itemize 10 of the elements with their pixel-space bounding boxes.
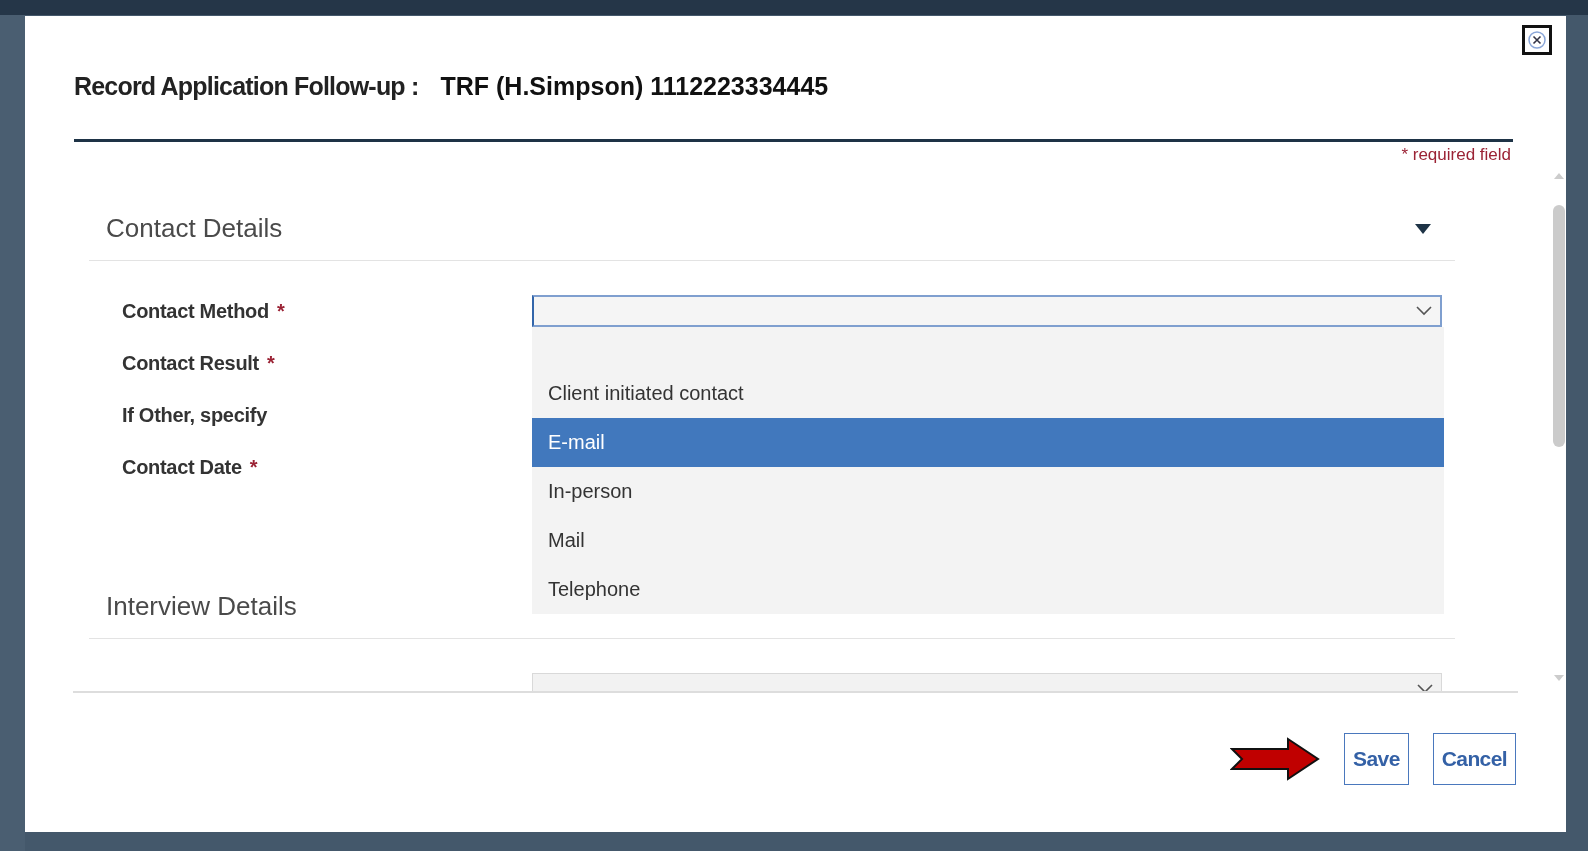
required-mark: *	[266, 351, 275, 374]
required-note: * required field	[1401, 145, 1511, 165]
field-label: Contact Result	[122, 351, 259, 374]
field-label: If Other, specify	[122, 403, 267, 426]
field-label: Contact Date	[122, 455, 242, 478]
dialog-title: Record Application Follow-up :	[74, 72, 419, 101]
required-mark: *	[249, 455, 258, 478]
field-label: Contact Method	[122, 299, 269, 322]
required-mark: *	[276, 299, 285, 322]
record-subject: TRF (H.Simpson) 1112223334445	[440, 72, 829, 101]
